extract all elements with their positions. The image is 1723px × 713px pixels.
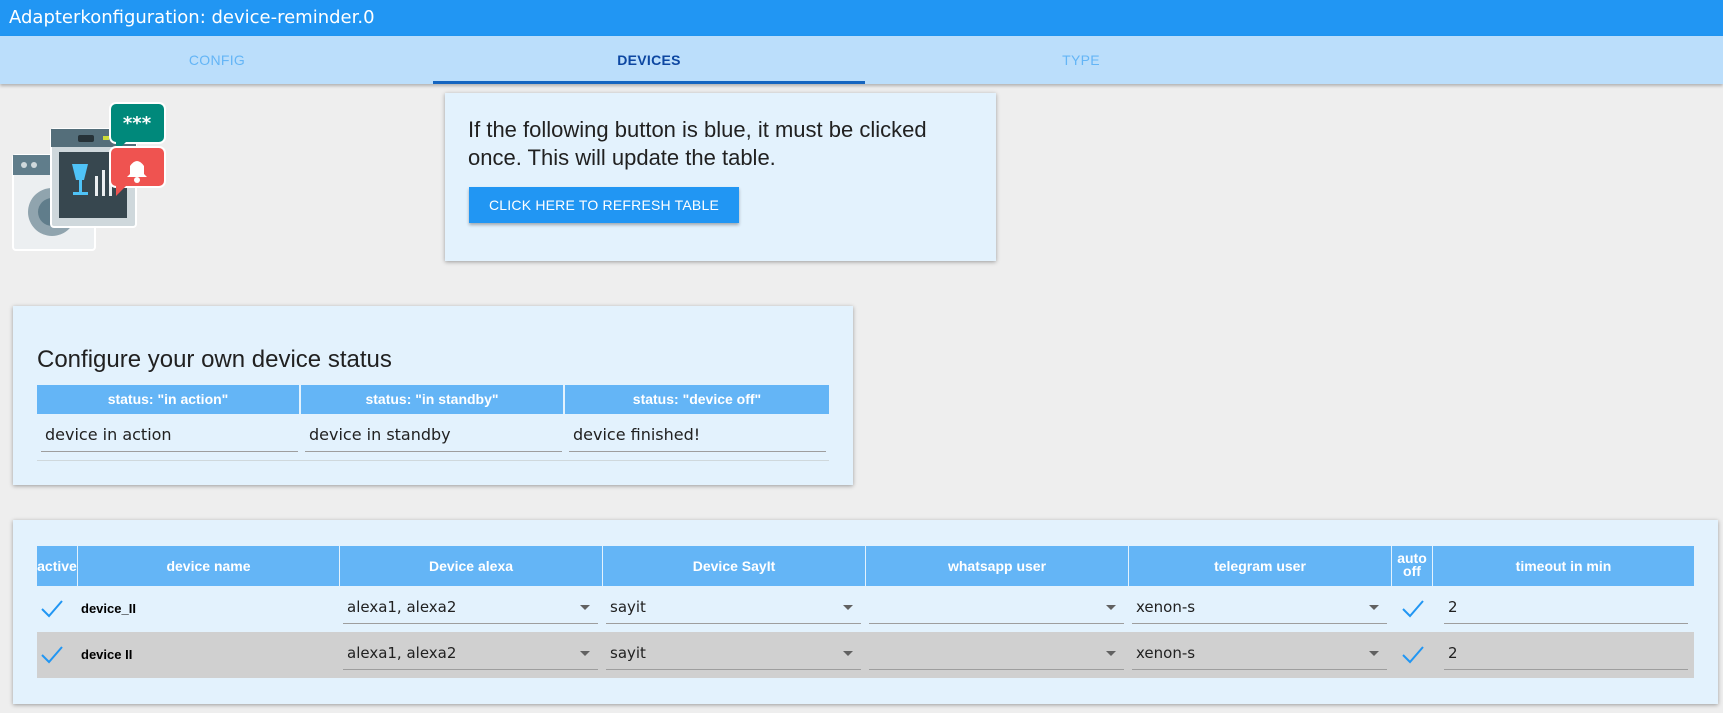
status-table-divider [37, 460, 829, 461]
status-card-title: Configure your own device status [37, 346, 392, 373]
tab-type[interactable]: TYPE [865, 36, 1297, 84]
status-header-device-off: status: "device off" [565, 385, 829, 414]
device-alexa-value: alexa1, alexa2 [347, 598, 457, 616]
svg-text:***: *** [123, 113, 152, 134]
device-alexa-select[interactable]: alexa1, alexa2 [343, 590, 598, 624]
timeout-input[interactable]: 2 [1444, 590, 1688, 624]
devices-table-header: active device name Device alexa Device S… [37, 546, 1694, 586]
device-alexa-value: alexa1, alexa2 [347, 644, 457, 662]
whatsapp-user-select[interactable] [869, 636, 1124, 670]
device-alexa-select[interactable]: alexa1, alexa2 [343, 636, 598, 670]
tab-config[interactable]: CONFIG [1, 36, 433, 84]
window-title: Adapterkonfiguration: device-reminder.0 [0, 0, 1723, 36]
column-header-whatsapp-user: whatsapp user [866, 546, 1129, 586]
tab-bar: CONFIG DEVICES TYPE [0, 36, 1723, 84]
refresh-table-button[interactable]: CLICK HERE TO REFRESH TABLE [469, 187, 739, 223]
adapter-logo: *** [12, 100, 168, 252]
active-check-icon[interactable] [40, 645, 64, 665]
active-check-icon[interactable] [40, 599, 64, 619]
column-header-device-sayit: Device SayIt [603, 546, 866, 586]
device-sayit-select[interactable]: sayit [606, 590, 861, 624]
auto-off-check-icon[interactable] [1401, 645, 1425, 665]
chevron-down-icon [843, 651, 853, 656]
chevron-down-icon [1106, 605, 1116, 610]
chevron-down-icon [580, 651, 590, 656]
telegram-user-value: xenon-s [1136, 598, 1196, 616]
table-row: device II alexa1, alexa2 sayit xenon-s 2 [37, 632, 1694, 678]
status-device-off-field[interactable]: device finished! [569, 418, 826, 452]
device-name-cell: device II [81, 647, 133, 662]
tab-devices[interactable]: DEVICES [433, 36, 865, 84]
devices-card: active device name Device alexa Device S… [13, 520, 1718, 704]
device-reminder-logo-icon: *** [12, 102, 166, 251]
whatsapp-user-select[interactable] [869, 590, 1124, 624]
telegram-user-select[interactable]: xenon-s [1132, 636, 1387, 670]
chevron-down-icon [1369, 651, 1379, 656]
refresh-card: If the following button is blue, it must… [445, 93, 996, 261]
column-header-device-name: device name [78, 546, 340, 586]
column-header-timeout: timeout in min [1515, 558, 1612, 574]
chevron-down-icon [580, 605, 590, 610]
device-status-card: Configure your own device status status:… [13, 306, 853, 485]
auto-off-check-icon[interactable] [1401, 599, 1425, 619]
column-header-active: active [37, 546, 78, 586]
column-header-telegram-user: telegram user [1129, 546, 1392, 586]
device-sayit-value: sayit [610, 598, 646, 616]
device-name-cell: device_II [81, 601, 136, 616]
status-header-in-standby: status: "in standby" [301, 385, 563, 414]
status-header-in-action: status: "in action" [37, 385, 299, 414]
chevron-down-icon [843, 605, 853, 610]
refresh-instructions: If the following button is blue, it must… [468, 117, 927, 170]
table-row: device_II alexa1, alexa2 sayit xenon-s 2 [37, 586, 1694, 632]
timeout-input[interactable]: 2 [1444, 636, 1688, 670]
telegram-user-select[interactable]: xenon-s [1132, 590, 1387, 624]
status-in-standby-field[interactable]: device in standby [305, 418, 562, 452]
chevron-down-icon [1369, 605, 1379, 610]
chevron-down-icon [1106, 651, 1116, 656]
device-sayit-select[interactable]: sayit [606, 636, 861, 670]
telegram-user-value: xenon-s [1136, 644, 1196, 662]
status-in-action-field[interactable]: device in action [41, 418, 298, 452]
device-sayit-value: sayit [610, 644, 646, 662]
column-header-auto-off: auto off [1392, 546, 1433, 586]
column-header-device-alexa: Device alexa [340, 546, 603, 586]
tab-active-indicator [433, 81, 865, 84]
